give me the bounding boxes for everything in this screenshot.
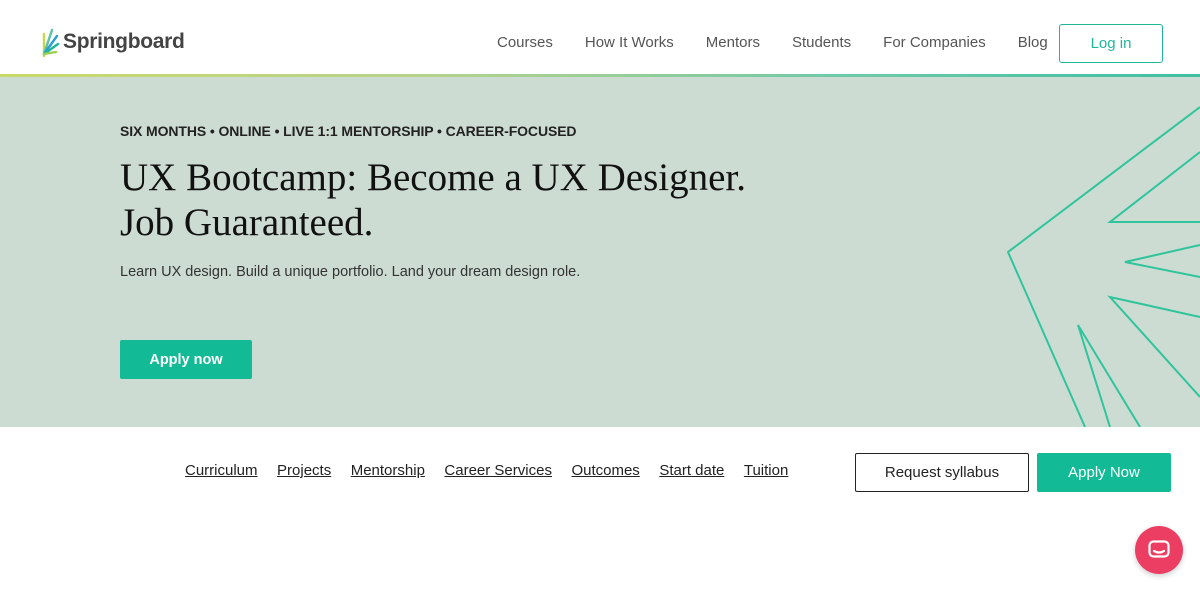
chat-icon (1148, 540, 1170, 558)
nav-item-courses[interactable]: Courses (497, 34, 553, 51)
main-nav: Courses How It Works Mentors Students Fo… (497, 34, 1080, 51)
nav-item-for-companies[interactable]: For Companies (883, 34, 986, 51)
hero-subtitle: Learn UX design. Build a unique portfoli… (120, 264, 581, 280)
springboard-logo-icon (42, 28, 60, 58)
nav-item-students[interactable]: Students (792, 34, 851, 51)
subnav-projects[interactable]: Projects (277, 462, 331, 479)
brand-name: Springboard (63, 30, 185, 53)
nav-item-blog[interactable]: Blog (1018, 34, 1048, 51)
hero-section: SIX MONTHS • ONLINE • LIVE 1:1 MENTORSHI… (0, 77, 1200, 427)
nav-item-mentors[interactable]: Mentors (706, 34, 760, 51)
subnav-curriculum[interactable]: Curriculum (185, 462, 258, 479)
hero-eyebrow: SIX MONTHS • ONLINE • LIVE 1:1 MENTORSHI… (120, 123, 577, 139)
nav-item-how-it-works[interactable]: How It Works (585, 34, 674, 51)
apply-now-button[interactable]: Apply now (120, 340, 252, 379)
login-button[interactable]: Log in (1059, 24, 1163, 63)
hero-title: UX Bootcamp: Become a UX Designer. Job G… (120, 155, 840, 245)
decorative-lines-graphic (1006, 106, 1200, 427)
subnav-start-date[interactable]: Start date (659, 462, 724, 479)
springboard-logo[interactable]: Springboard (40, 26, 185, 58)
hero-title-line1: UX Bootcamp: Become a UX Designer. (120, 156, 747, 199)
chat-launcher-button[interactable] (1135, 526, 1183, 574)
subnav-career-services[interactable]: Career Services (444, 462, 552, 479)
subnav-outcomes[interactable]: Outcomes (571, 462, 639, 479)
request-syllabus-button[interactable]: Request syllabus (855, 453, 1029, 492)
course-subnav: Curriculum Projects Mentorship Career Se… (185, 462, 808, 479)
hero-title-line2: Job Guaranteed. (120, 201, 374, 244)
subnav-tuition[interactable]: Tuition (744, 462, 788, 479)
subnav-mentorship[interactable]: Mentorship (351, 462, 425, 479)
apply-now-secondary-button[interactable]: Apply Now (1037, 453, 1171, 492)
site-header: Springboard Courses How It Works Mentors… (0, 0, 1200, 75)
